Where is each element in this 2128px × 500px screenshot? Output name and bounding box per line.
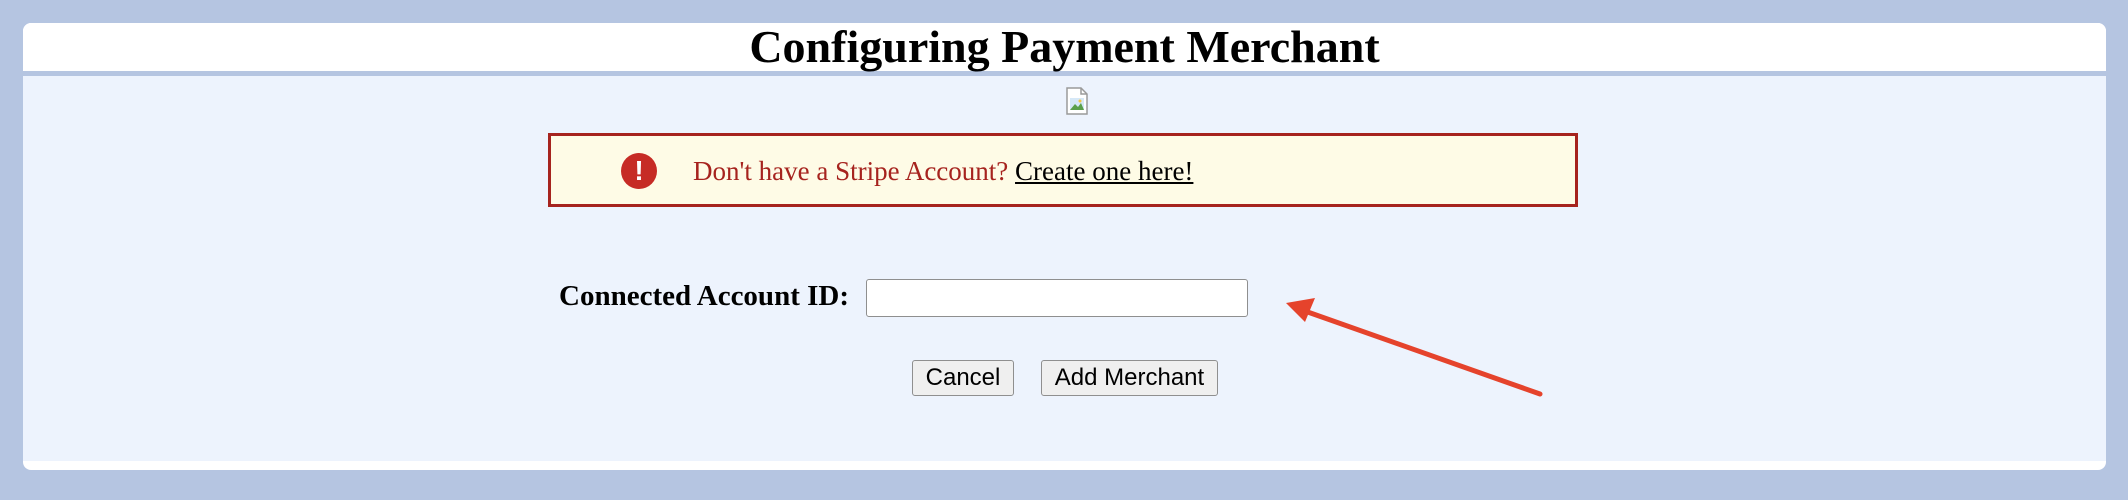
alert-text: Don't have a Stripe Account? Create one … — [693, 155, 1193, 187]
cancel-button[interactable]: Cancel — [912, 360, 1014, 396]
connected-account-id-label: Connected Account ID: — [559, 280, 849, 312]
stripe-account-alert: ! Don't have a Stripe Account? Create on… — [548, 133, 1578, 207]
alert-message: Don't have a Stripe Account? — [693, 156, 1009, 186]
connected-account-id-input[interactable] — [866, 279, 1248, 317]
exclamation-circle-icon: ! — [621, 153, 657, 189]
main-panel: Configuring Payment Merchant ! Don't hav… — [23, 23, 2106, 470]
page-title: Configuring Payment Merchant — [749, 23, 1380, 72]
add-merchant-button[interactable]: Add Merchant — [1041, 360, 1218, 396]
broken-image-icon — [1066, 87, 1088, 115]
header: Configuring Payment Merchant — [23, 23, 2106, 76]
content-area: ! Don't have a Stripe Account? Create on… — [23, 76, 2106, 461]
create-stripe-account-link[interactable]: Create one here! — [1015, 156, 1193, 186]
